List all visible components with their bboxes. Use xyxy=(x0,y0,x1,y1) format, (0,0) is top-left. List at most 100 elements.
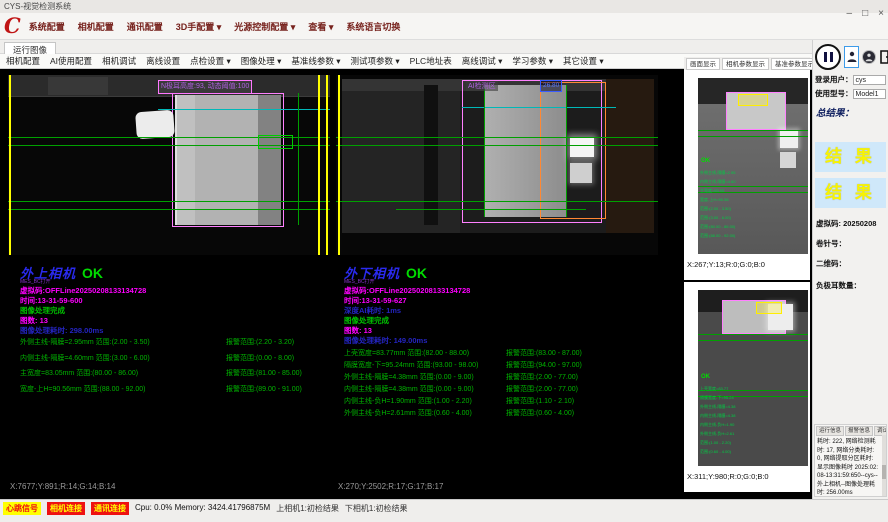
measurement-row: 隔膜宽度-下=95.24mm 范围:(93.00 - 98.00) 报警范围:(… xyxy=(344,360,656,372)
menu-item[interactable]: 通讯配置 xyxy=(127,20,163,33)
mes-status: MES_BC打开 xyxy=(20,278,51,285)
minimize-icon[interactable]: – xyxy=(847,8,853,19)
toolbar-item[interactable]: 基准线参数 ▾ xyxy=(291,55,340,67)
user-dark-button[interactable] xyxy=(862,50,876,64)
mini-line: 外侧主线-隔膜=2.95 xyxy=(700,168,735,177)
toolbar-item[interactable]: 离线设置 xyxy=(146,55,180,67)
mini-line: 范围:(1.00 - 2.20) xyxy=(700,438,735,447)
login-input[interactable]: cys xyxy=(853,75,887,85)
toolbar-item[interactable]: 点检设置 ▾ xyxy=(190,55,231,67)
measurement-value: 内侧主线-隔膜=4.38mm 范围:(0.00 - 9.00) xyxy=(344,386,474,393)
title-bar: CYS-视觉检测系统 xyxy=(0,0,888,13)
measurement-row: 外侧主线-隔膜=2.95mm 范围:(2.00 - 3.50) 报警范围:(2.… xyxy=(20,337,328,353)
pause-button[interactable] xyxy=(815,44,841,70)
model-input[interactable]: Model1 xyxy=(853,89,887,99)
toolbar-item[interactable]: 相机配置 xyxy=(6,55,40,67)
toolbar-item[interactable]: 离线调试 ▾ xyxy=(462,55,503,67)
measurement-row: 主宽度=83.05mm 范围:(80.00 - 86.00) 报警范围:(81.… xyxy=(20,368,328,384)
menu-item[interactable]: 光源控制配置 ▾ xyxy=(234,20,295,33)
side-view-2-image[interactable]: OK 上壳宽度=83.77隔膜宽度-下=95.24外侧主线-隔膜=4.38内侧主… xyxy=(698,290,808,466)
log-scrollbar-thumb[interactable] xyxy=(882,465,886,479)
side-tab[interactable]: 相机参数显示 xyxy=(722,58,769,70)
measurement-value: 外侧主线-隔膜=2.95mm 范围:(2.00 - 3.50) xyxy=(20,339,150,346)
result-box-1: 结 果 xyxy=(815,142,886,172)
measurement-value: 主宽度=83.05mm 范围:(80.00 - 86.00) xyxy=(20,370,138,377)
toolbar-item[interactable]: AI使用配置 xyxy=(50,55,92,67)
machinery-block xyxy=(48,77,108,95)
toolbar-item[interactable]: 学习参数 ▾ xyxy=(512,55,553,67)
overlay-line xyxy=(698,130,808,131)
center-pixel-status: X:270;Y:2502;R:17;G:17;B:17 xyxy=(338,482,443,491)
log-area[interactable]: 运行信息报警信息调试信息 耗时: 222, 网络检测耗时: 17, 网络分类耗时… xyxy=(814,424,887,497)
control-panel: 登录用户： cys 使用型号： Model1 总结果： 结 果 结 果 虚拟码:… xyxy=(812,40,888,499)
close-icon[interactable]: × xyxy=(878,8,884,19)
mini-line: 隔膜宽度-下=95.24 xyxy=(700,393,735,402)
log-tab[interactable]: 报警信息 xyxy=(845,426,873,436)
lower-camera-result: 下相机1:初检结果 xyxy=(345,502,408,514)
overlay-line xyxy=(698,136,808,137)
user-login-button[interactable] xyxy=(844,46,859,68)
menu-item[interactable]: 相机配置 xyxy=(78,20,114,33)
toolbar-item[interactable]: 图像处理 ▾ xyxy=(241,55,282,67)
overlay-line xyxy=(336,145,658,146)
bright-spot xyxy=(780,152,796,168)
side-view-2[interactable]: OK 上壳宽度=83.77隔膜宽度-下=95.24外侧主线-隔膜=4.38内侧主… xyxy=(684,282,810,492)
mini-line: 范围:(88.00 - 92.00) xyxy=(700,231,735,240)
machinery-slot xyxy=(424,85,438,225)
result-box-2: 结 果 xyxy=(815,178,886,208)
mini-line: 上壳宽度=83.77 xyxy=(700,384,735,393)
mini-result-lines: 外侧主线-隔膜=2.95内侧主线-隔膜=4.60主宽度=83.05宽度-上H=9… xyxy=(700,168,735,240)
mes-status: MES_BC打开 xyxy=(344,278,375,285)
side-view-2-status: X:311;Y:980;R:0;G:0;B:0 xyxy=(687,472,769,481)
left-camera-panel[interactable]: N极耳高度:93, 动态阈值:100 外上相机OK MES_BC打开 虚拟码:O… xyxy=(8,75,330,493)
menu-bar: C 系统配置相机配置通讯配置3D手配置 ▾光源控制配置 ▾查看 ▾系统语言切换 xyxy=(0,13,888,40)
menu-item[interactable]: 查看 ▾ xyxy=(308,20,333,33)
mini-line: 外侧主线-负H=2.61 xyxy=(700,429,735,438)
center-camera-panel[interactable]: AI检测区 26.80 外下相机OK MES_BC打开 虚拟码:OFFLine2… xyxy=(336,75,658,493)
upper-camera-result: 上相机1:初检结果 xyxy=(276,502,339,514)
maximize-icon[interactable]: □ xyxy=(862,8,868,19)
alarm-range: 报警范围:(2.00 - 77.00) xyxy=(506,384,578,394)
reel-number-label: 卷针号： xyxy=(816,238,846,249)
side-tab[interactable]: 基准参数显示 xyxy=(771,58,818,70)
machinery-block xyxy=(342,91,460,233)
overlay-line xyxy=(566,85,567,217)
roi-label: N极耳高度:93, 动态阈值:100 xyxy=(158,80,252,94)
toolbar-item[interactable]: 测试项参数 ▾ xyxy=(351,55,400,67)
mini-ok-label: OK xyxy=(701,158,710,164)
control-buttons xyxy=(815,44,888,70)
side-tab[interactable]: 画面显示 xyxy=(686,58,720,70)
side-view-tabs: 画面显示相机参数显示基准参数显示 xyxy=(684,57,810,70)
logout-button[interactable] xyxy=(879,46,888,68)
side-view-1-image[interactable]: OK 外侧主线-隔膜=2.95内侧主线-隔膜=4.60主宽度=83.05宽度-上… xyxy=(698,78,808,254)
toolbar-item[interactable]: 相机调试 xyxy=(102,55,136,67)
log-tab[interactable]: 运行信息 xyxy=(816,426,844,436)
model-field-row: 使用型号： Model1 xyxy=(815,88,886,99)
menu-item[interactable]: 系统配置 xyxy=(29,20,65,33)
vcode-label: 虚拟码: 20250208 xyxy=(816,218,876,229)
center-camera-image[interactable]: AI检测区 26.80 xyxy=(336,75,658,255)
menu-item[interactable]: 系统语言切换 xyxy=(346,20,400,33)
cell-dark-edge xyxy=(258,95,281,225)
measurement-value: 内侧主线-负H=1.90mm 范围:(1.00 - 2.20) xyxy=(344,398,472,405)
side-view-1[interactable]: OK 外侧主线-隔膜=2.95内侧主线-隔膜=4.60主宽度=83.05宽度-上… xyxy=(684,70,810,280)
machinery-right xyxy=(606,79,654,233)
process-elapsed: 图像处理耗时: 149.00ms xyxy=(344,335,427,346)
measurement-value: 外侧主线-负H=2.61mm 范围:(0.60 - 4.00) xyxy=(344,410,472,417)
total-result-label: 总结果： xyxy=(816,105,888,119)
window-title: CYS-视觉检测系统 xyxy=(4,2,71,11)
left-camera-image[interactable]: N极耳高度:93, 动态阈值:100 xyxy=(8,75,330,255)
calib-line xyxy=(326,75,328,255)
alarm-range: 报警范围:(89.00 - 91.00) xyxy=(226,384,302,394)
menu-item[interactable]: 3D手配置 ▾ xyxy=(176,20,222,33)
toolbar-item[interactable]: PLC地址表 xyxy=(410,55,452,67)
mini-result-lines: 上壳宽度=83.77隔膜宽度-下=95.24外侧主线-隔膜=4.38内侧主线-隔… xyxy=(700,384,735,456)
overlay-line-cyan xyxy=(462,107,616,108)
tab-roi-box xyxy=(258,135,293,149)
center-measurement-list: 上壳宽度=83.77mm 范围:(82.00 - 88.00) 报警范围:(83… xyxy=(344,348,656,420)
overlay-line xyxy=(336,201,658,202)
measurement-row: 外侧主线-负H=2.61mm 范围:(0.60 - 4.00) 报警范围:(0.… xyxy=(344,408,656,420)
alarm-range: 报警范围:(0.00 - 8.00) xyxy=(226,353,294,363)
toolbar-item[interactable]: 其它设置 ▾ xyxy=(563,55,604,67)
log-scrollbar[interactable] xyxy=(882,435,886,497)
